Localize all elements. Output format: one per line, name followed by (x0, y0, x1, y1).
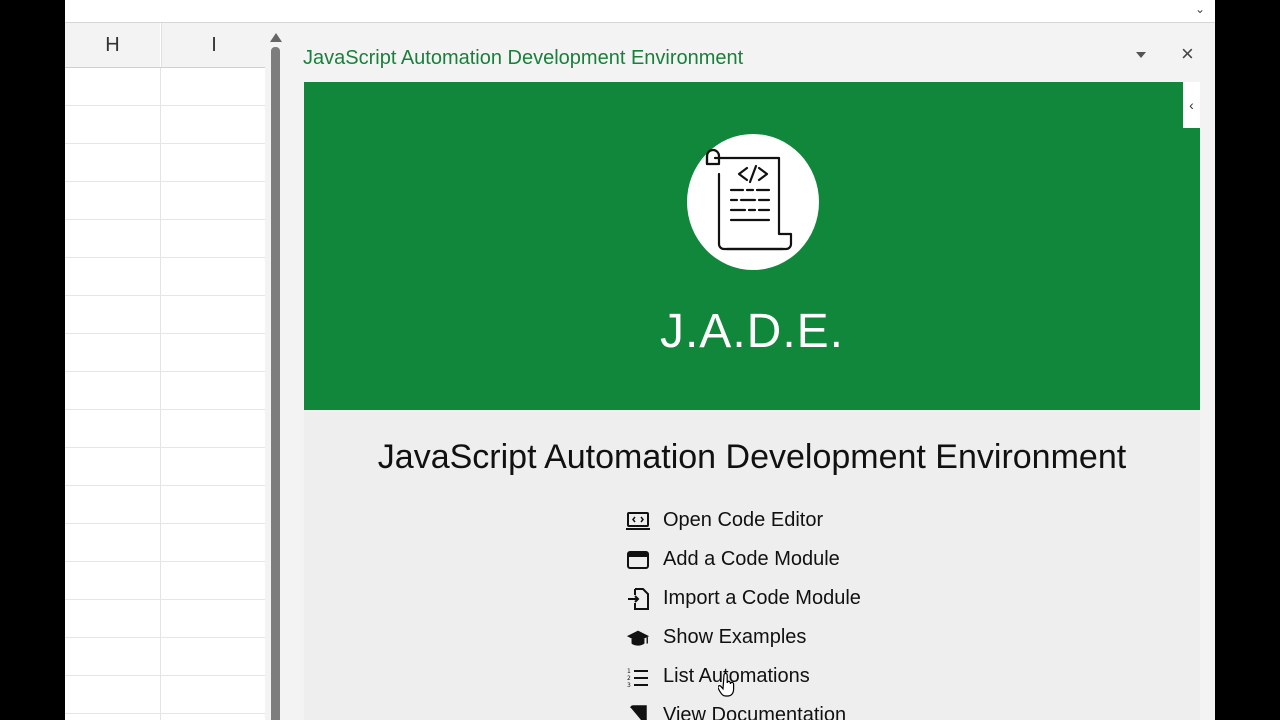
pane-options-icon[interactable] (1136, 52, 1146, 58)
sheet-row[interactable] (65, 68, 265, 106)
sheet-row[interactable] (65, 182, 265, 220)
book-icon (626, 704, 650, 720)
import-file-icon (626, 587, 650, 611)
welcome-content: JavaScript Automation Development Enviro… (304, 410, 1200, 720)
action-label: Show Examples (663, 626, 807, 648)
view-documentation-link[interactable]: View Documentation (626, 696, 861, 720)
graduation-cap-icon (626, 626, 650, 650)
sheet-row[interactable] (65, 486, 265, 524)
sheet-row[interactable] (65, 562, 265, 600)
svg-text:3: 3 (627, 682, 631, 687)
sheet-row[interactable] (65, 106, 265, 144)
scroll-up-icon[interactable] (270, 33, 282, 42)
add-code-module-link[interactable]: Add a Code Module (626, 540, 861, 579)
action-list: Open Code Editor Add a Code Module Impor… (626, 501, 861, 720)
sheet-row[interactable] (65, 714, 265, 720)
hand-cursor-icon (718, 673, 735, 697)
sheet-row[interactable] (65, 144, 265, 182)
action-label: Open Code Editor (663, 509, 824, 531)
svg-text:2: 2 (627, 675, 631, 682)
pane-title: JavaScript Automation Development Enviro… (303, 47, 744, 69)
code-window-icon (626, 509, 650, 533)
sheet-row[interactable] (65, 676, 265, 714)
window-icon (626, 548, 650, 572)
vertical-scrollbar[interactable] (265, 33, 287, 720)
action-label: View Documentation (663, 704, 847, 720)
app-window: ⌄ H I JavaScript Automation Development … (65, 0, 1215, 720)
sheet-row[interactable] (65, 638, 265, 676)
list-automations-link[interactable]: 123 List Automations (626, 657, 861, 696)
code-scroll-icon (687, 134, 819, 270)
app-name: J.A.D.E. (659, 305, 845, 358)
column-header-i[interactable]: I (161, 23, 265, 67)
hero-banner: J.A.D.E. ‹ (304, 82, 1200, 410)
page-title: JavaScript Automation Development Enviro… (377, 438, 1127, 476)
sheet-row[interactable] (65, 220, 265, 258)
sheet-row[interactable] (65, 600, 265, 638)
sheet-row[interactable] (65, 524, 265, 562)
sheet-row[interactable] (65, 372, 265, 410)
sheet-row[interactable] (65, 296, 265, 334)
action-label: List Automations (663, 665, 810, 687)
close-icon[interactable]: × (1181, 43, 1194, 65)
sheet-rows[interactable] (65, 68, 265, 720)
numbered-list-icon: 123 (626, 665, 650, 689)
import-code-module-link[interactable]: Import a Code Module (626, 579, 861, 618)
open-code-editor-link[interactable]: Open Code Editor (626, 501, 861, 540)
spreadsheet-grid[interactable]: H I (65, 23, 265, 720)
chevron-down-icon[interactable]: ⌄ (1195, 2, 1205, 16)
sheet-row[interactable] (65, 258, 265, 296)
svg-text:1: 1 (627, 668, 631, 675)
chevron-left-icon[interactable]: ‹ (1183, 82, 1200, 128)
scrollbar-thumb[interactable] (271, 47, 280, 720)
formula-bar[interactable]: ⌄ (65, 0, 1215, 23)
show-examples-link[interactable]: Show Examples (626, 618, 861, 657)
sheet-row[interactable] (65, 334, 265, 372)
action-label: Add a Code Module (663, 548, 840, 570)
sheet-row[interactable] (65, 448, 265, 486)
sheet-row[interactable] (65, 410, 265, 448)
column-header-h[interactable]: H (65, 23, 160, 67)
task-pane: JavaScript Automation Development Enviro… (288, 33, 1215, 720)
action-label: Import a Code Module (663, 587, 861, 609)
